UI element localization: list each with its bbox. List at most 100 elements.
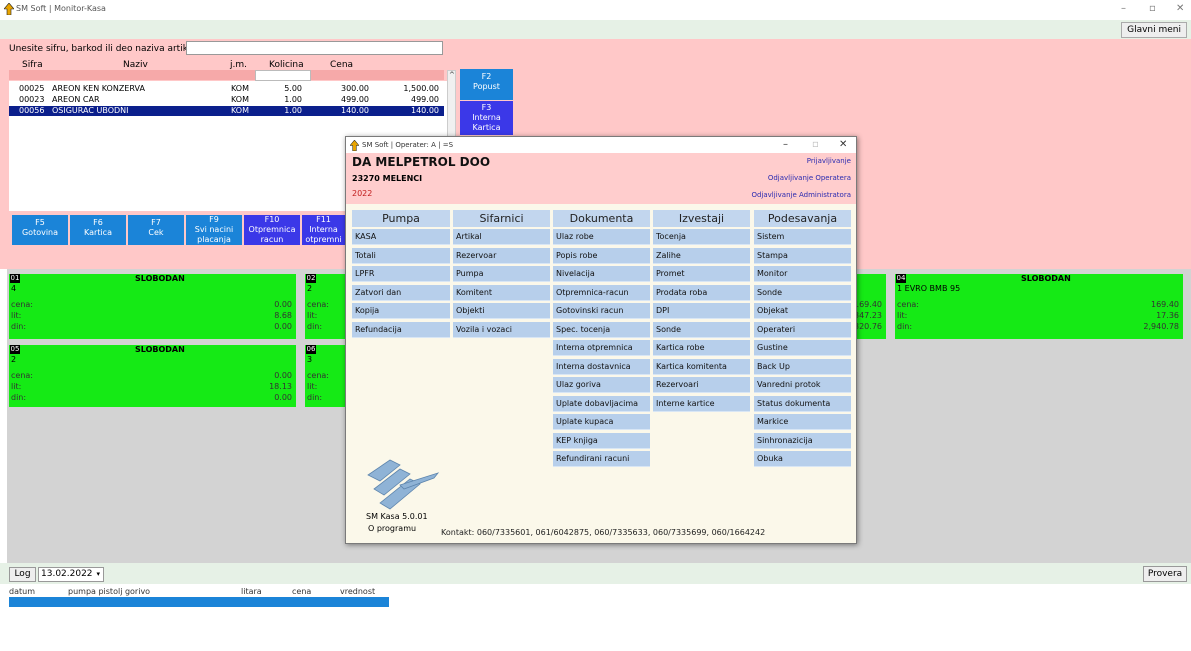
date-select[interactable]: 13.02.2022 ▾ (38, 567, 104, 582)
menu-item-dokumenta[interactable]: Gotovinski racun (553, 303, 650, 319)
menu-item-dokumenta[interactable]: KEP knjiga (553, 432, 650, 449)
menu-item-podesavanja[interactable]: Markice (754, 414, 851, 430)
menu-item-podesavanja[interactable]: Sistem (754, 229, 851, 245)
cena-value: 169.40 (854, 300, 882, 309)
menu-item-pumpa[interactable]: LPFR (352, 266, 450, 282)
menu-item-dokumenta[interactable]: Uplate dobavljacima (553, 395, 650, 412)
menu-item-podesavanja[interactable]: Objekat (754, 303, 851, 319)
pump-status: SLOBODAN (135, 345, 185, 354)
menu-item-dokumenta[interactable]: Spec. tocenja (553, 321, 650, 338)
menu-item-izvestaji[interactable]: DPI (653, 303, 750, 319)
menu-item-sifarnici[interactable]: Komitent (453, 284, 550, 301)
lit-label: lit: (307, 382, 318, 391)
table-row-selected[interactable]: 00056 OSIGURAC UBODNI KOM 1.00 140.00 14… (9, 106, 444, 116)
pump-number: 02 (306, 274, 316, 283)
cell-iznos: 140.00 (411, 106, 439, 115)
pump-card[interactable]: 01 SLOBODAN 4 cena: 0.00 lit: 8.68 din: … (9, 274, 296, 339)
cena-label: cena: (11, 371, 33, 380)
cek-button[interactable]: F7 Cek (128, 215, 184, 245)
pump-number: 04 (896, 274, 906, 283)
search-input[interactable] (186, 41, 443, 55)
log-selected-row[interactable] (9, 597, 389, 607)
menu-item-izvestaji[interactable]: Kartica komitenta (653, 358, 750, 375)
menu-item-podesavanja[interactable]: Sinhronazicija (754, 432, 851, 449)
pump-card[interactable]: 04 SLOBODAN 1 EVRO BMB 95 cena: 169.40 l… (895, 274, 1183, 339)
menu-item-izvestaji[interactable]: Tocenja (653, 229, 750, 245)
menu-item-pumpa[interactable]: Kopija (352, 303, 450, 319)
close-icon[interactable]: ✕ (1176, 3, 1184, 14)
menu-item-pumpa[interactable]: KASA (352, 229, 450, 245)
menu-item-izvestaji[interactable]: Zalihe (653, 247, 750, 264)
menu-item-pumpa[interactable]: Zatvori dan (352, 284, 450, 301)
minimize-icon[interactable]: – (783, 139, 788, 150)
menu-item-sifarnici[interactable]: Rezervoar (453, 247, 550, 264)
odjava-operatera-link[interactable]: Odjavljivanje Operatera (768, 174, 851, 182)
menu-item-podesavanja[interactable]: Operateri (754, 321, 851, 338)
table-row[interactable]: 00025 AREON KEN KONZERVA KOM 5.00 300.00… (9, 84, 444, 94)
menu-item-izvestaji[interactable]: Rezervoari (653, 377, 750, 393)
menu-item-podesavanja[interactable]: Stampa (754, 247, 851, 264)
menu-item-dokumenta[interactable]: Uplate kupaca (553, 414, 650, 430)
quantity-input[interactable] (255, 70, 311, 81)
about-link[interactable]: O programu (368, 524, 416, 533)
menu-item-podesavanja[interactable]: Vanredni protok (754, 377, 851, 393)
menu-item-izvestaji[interactable]: Interne kartice (653, 395, 750, 412)
menu-item-podesavanja[interactable]: Gustine (754, 340, 851, 356)
window-title: SM Soft | Monitor-Kasa (16, 4, 106, 13)
menu-item-dokumenta[interactable]: Popis robe (553, 247, 650, 264)
interna-kartica-button[interactable]: F3 Interna Kartica (460, 101, 513, 135)
restore-icon[interactable]: ▫ (1149, 3, 1156, 14)
pump-card[interactable]: 06 3 cena: lit: din: (305, 345, 347, 407)
lit-label: lit: (307, 311, 318, 320)
kartica-button[interactable]: F6 Kartica (70, 215, 126, 245)
provera-button[interactable]: Provera (1143, 566, 1187, 582)
pump-card[interactable]: 169.40 347.23 320.76 (854, 274, 886, 339)
menu-item-podesavanja[interactable]: Monitor (754, 266, 851, 282)
menu-item-dokumenta[interactable]: Interna dostavnica (553, 358, 650, 375)
menu-item-sifarnici[interactable]: Vozila i vozaci (453, 321, 550, 338)
menu-item-sifarnici[interactable]: Objekti (453, 303, 550, 319)
menu-item-izvestaji[interactable]: Kartica robe (653, 340, 750, 356)
prijavljivanje-link[interactable]: Prijavljivanje (807, 157, 851, 165)
menu-item-podesavanja[interactable]: Status dokumenta (754, 395, 851, 412)
cell-naziv: OSIGURAC UBODNI (52, 106, 129, 115)
dialog-title-bar: SM Soft | Operater: A | =S – ▫ ✕ (346, 137, 856, 153)
menu-item-podesavanja[interactable]: Sonde (754, 284, 851, 301)
interna-otpremnica-button[interactable]: F11 Interna otpremni (302, 215, 345, 245)
menu-item-podesavanja[interactable]: Obuka (754, 451, 851, 467)
popust-button[interactable]: F2 Popust (460, 69, 513, 100)
menu-item-izvestaji[interactable]: Promet (653, 266, 750, 282)
menu-item-dokumenta[interactable]: Interna otpremnica (553, 340, 650, 356)
menu-item-dokumenta[interactable]: Nivelacija (553, 266, 650, 282)
chevron-down-icon[interactable]: ▾ (96, 568, 100, 581)
main-menu-button[interactable]: Glavni meni (1121, 22, 1187, 38)
menu-item-sifarnici[interactable]: Pumpa (453, 266, 550, 282)
menu-item-dokumenta[interactable]: Refundirani racuni (553, 451, 650, 467)
menu-item-pumpa[interactable]: Refundacija (352, 321, 450, 338)
din-value: 2,940.78 (1143, 322, 1179, 331)
menu-item-dokumenta[interactable]: Ulaz goriva (553, 377, 650, 393)
contact-info: Kontakt: 060/7335601, 061/6042875, 060/7… (441, 528, 766, 537)
minimize-icon[interactable]: – (1121, 3, 1126, 14)
menu-item-sifarnici[interactable]: Artikal (453, 229, 550, 245)
cell-naziv: AREON CAR (52, 95, 100, 104)
menu-item-izvestaji[interactable]: Sonde (653, 321, 750, 338)
menu-item-podesavanja[interactable]: Back Up (754, 358, 851, 375)
menu-item-dokumenta[interactable]: Otpremnica-racun (553, 284, 650, 301)
table-row[interactable]: 00023 AREON CAR KOM 1.00 499.00 499.00 (9, 95, 444, 105)
odjava-administratora-link[interactable]: Odjavljivanje Administratora (751, 191, 851, 199)
otpremnica-racun-button[interactable]: F10 Otpremnica racun (244, 215, 300, 245)
menu-item-izvestaji[interactable]: Prodata roba (653, 284, 750, 301)
scroll-up-icon[interactable]: ^ (449, 71, 455, 79)
close-icon[interactable]: ✕ (839, 139, 847, 150)
pump-card[interactable]: 02 2 cena: lit: din: (305, 274, 347, 339)
log-button[interactable]: Log (9, 567, 36, 582)
svi-nacini-placanja-button[interactable]: F9 Svi nacini placanja (186, 215, 242, 245)
gotovina-button[interactable]: F5 Gotovina (12, 215, 68, 245)
key-label: F6 (93, 218, 103, 227)
menu-item-dokumenta[interactable]: Ulaz robe (553, 229, 650, 245)
menu-item-pumpa[interactable]: Totali (352, 247, 450, 264)
button-label: Kartica (84, 228, 112, 237)
pump-card[interactable]: 05 SLOBODAN 2 cena: 0.00 lit: 18.13 din:… (9, 345, 296, 407)
button-label: otpremni (305, 235, 342, 244)
